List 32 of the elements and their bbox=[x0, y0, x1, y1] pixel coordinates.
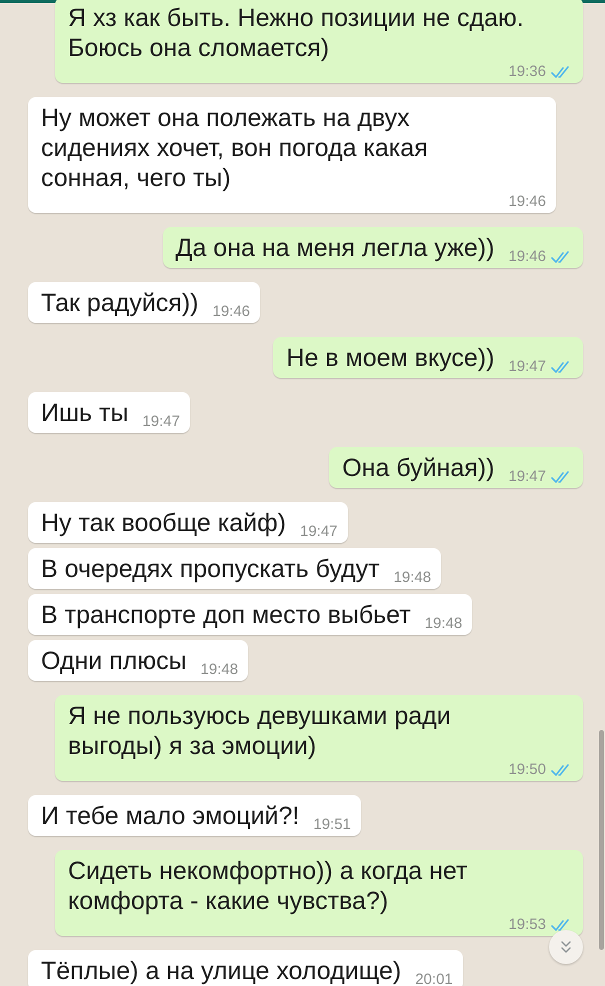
message-time: 19:46 bbox=[508, 248, 546, 265]
message-time: 19:48 bbox=[424, 615, 462, 632]
message-text: Она буйная)) bbox=[342, 453, 494, 483]
scroll-down-button[interactable] bbox=[549, 930, 583, 964]
scrollbar-thumb[interactable] bbox=[599, 730, 604, 950]
message-text: Ну так вообще кайф) bbox=[41, 508, 286, 538]
message-time: 19:47 bbox=[508, 468, 546, 485]
message-text: В очередях пропускать будут bbox=[41, 554, 380, 584]
message-text: Ну может она полежать на двух сидениях хочет, вон погода какая сонная, чего ты) bbox=[41, 103, 429, 193]
message-text: Одни плюсы bbox=[41, 646, 187, 676]
message-text: Я не пользуюсь девушками ради выгоды) я за эмоции) bbox=[68, 701, 452, 761]
message-time: 19:47 bbox=[142, 413, 180, 430]
message-time: 19:48 bbox=[394, 569, 432, 586]
message-text: Тёплые) а на улице холодище) bbox=[41, 956, 402, 986]
message-time: 19:46 bbox=[508, 193, 546, 210]
message-text: Ишь ты bbox=[41, 398, 128, 428]
message-time: 19:46 bbox=[212, 303, 250, 320]
message-text: Я хз как быть. Нежно позиции не сдаю. Боюсь она сломается) bbox=[68, 3, 525, 63]
message-time: 20:01 bbox=[415, 971, 453, 986]
message-time: 19:51 bbox=[313, 816, 351, 833]
message-time: 19:36 bbox=[508, 63, 546, 80]
message-text: В транспорте доп место выбьет bbox=[41, 600, 411, 630]
message-text: Не в моем вкусе)) bbox=[286, 343, 494, 373]
message-text: Да она на меня легла уже)) bbox=[176, 233, 494, 263]
message-text: Так радуйся)) bbox=[41, 288, 198, 318]
message-time: 19:50 bbox=[508, 761, 546, 778]
message-time: 19:47 bbox=[300, 523, 338, 540]
message-text: Сидеть некомфортно)) а когда нет комфорта - какие чувства?) bbox=[68, 856, 468, 916]
message-time: 19:47 bbox=[508, 358, 546, 375]
message-time: 19:48 bbox=[200, 661, 238, 678]
message-time: 19:53 bbox=[508, 916, 546, 933]
message-text: И тебе мало эмоций?! bbox=[41, 801, 300, 831]
